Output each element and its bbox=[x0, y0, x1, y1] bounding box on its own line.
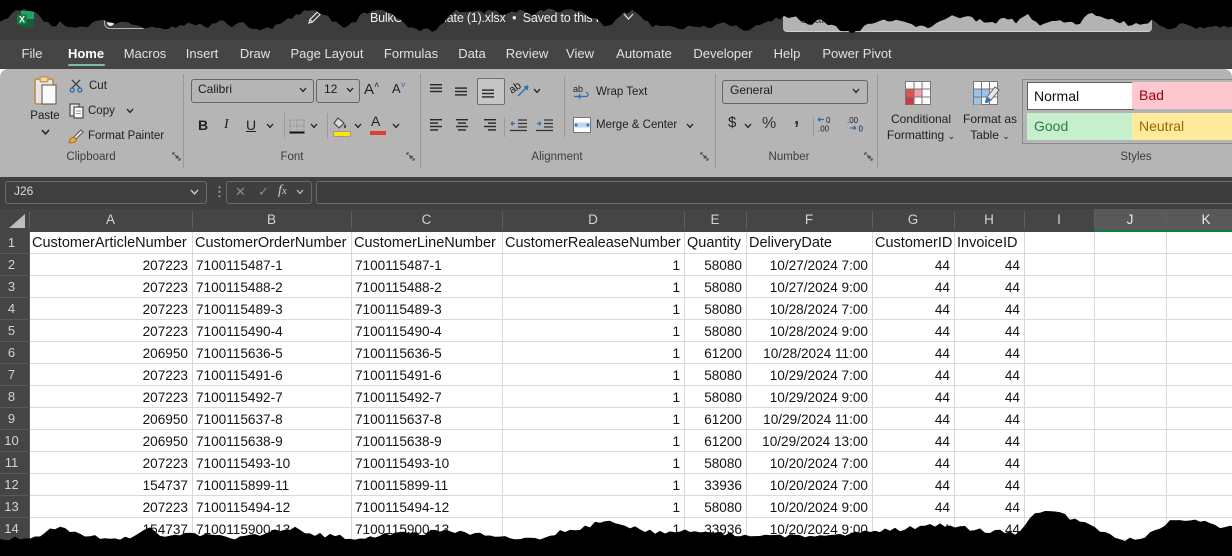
svg-text:ab: ab bbox=[573, 84, 583, 94]
svg-text:.00: .00 bbox=[847, 116, 859, 125]
svg-text:0: 0 bbox=[859, 125, 864, 133]
svg-text:.00: .00 bbox=[818, 125, 830, 133]
